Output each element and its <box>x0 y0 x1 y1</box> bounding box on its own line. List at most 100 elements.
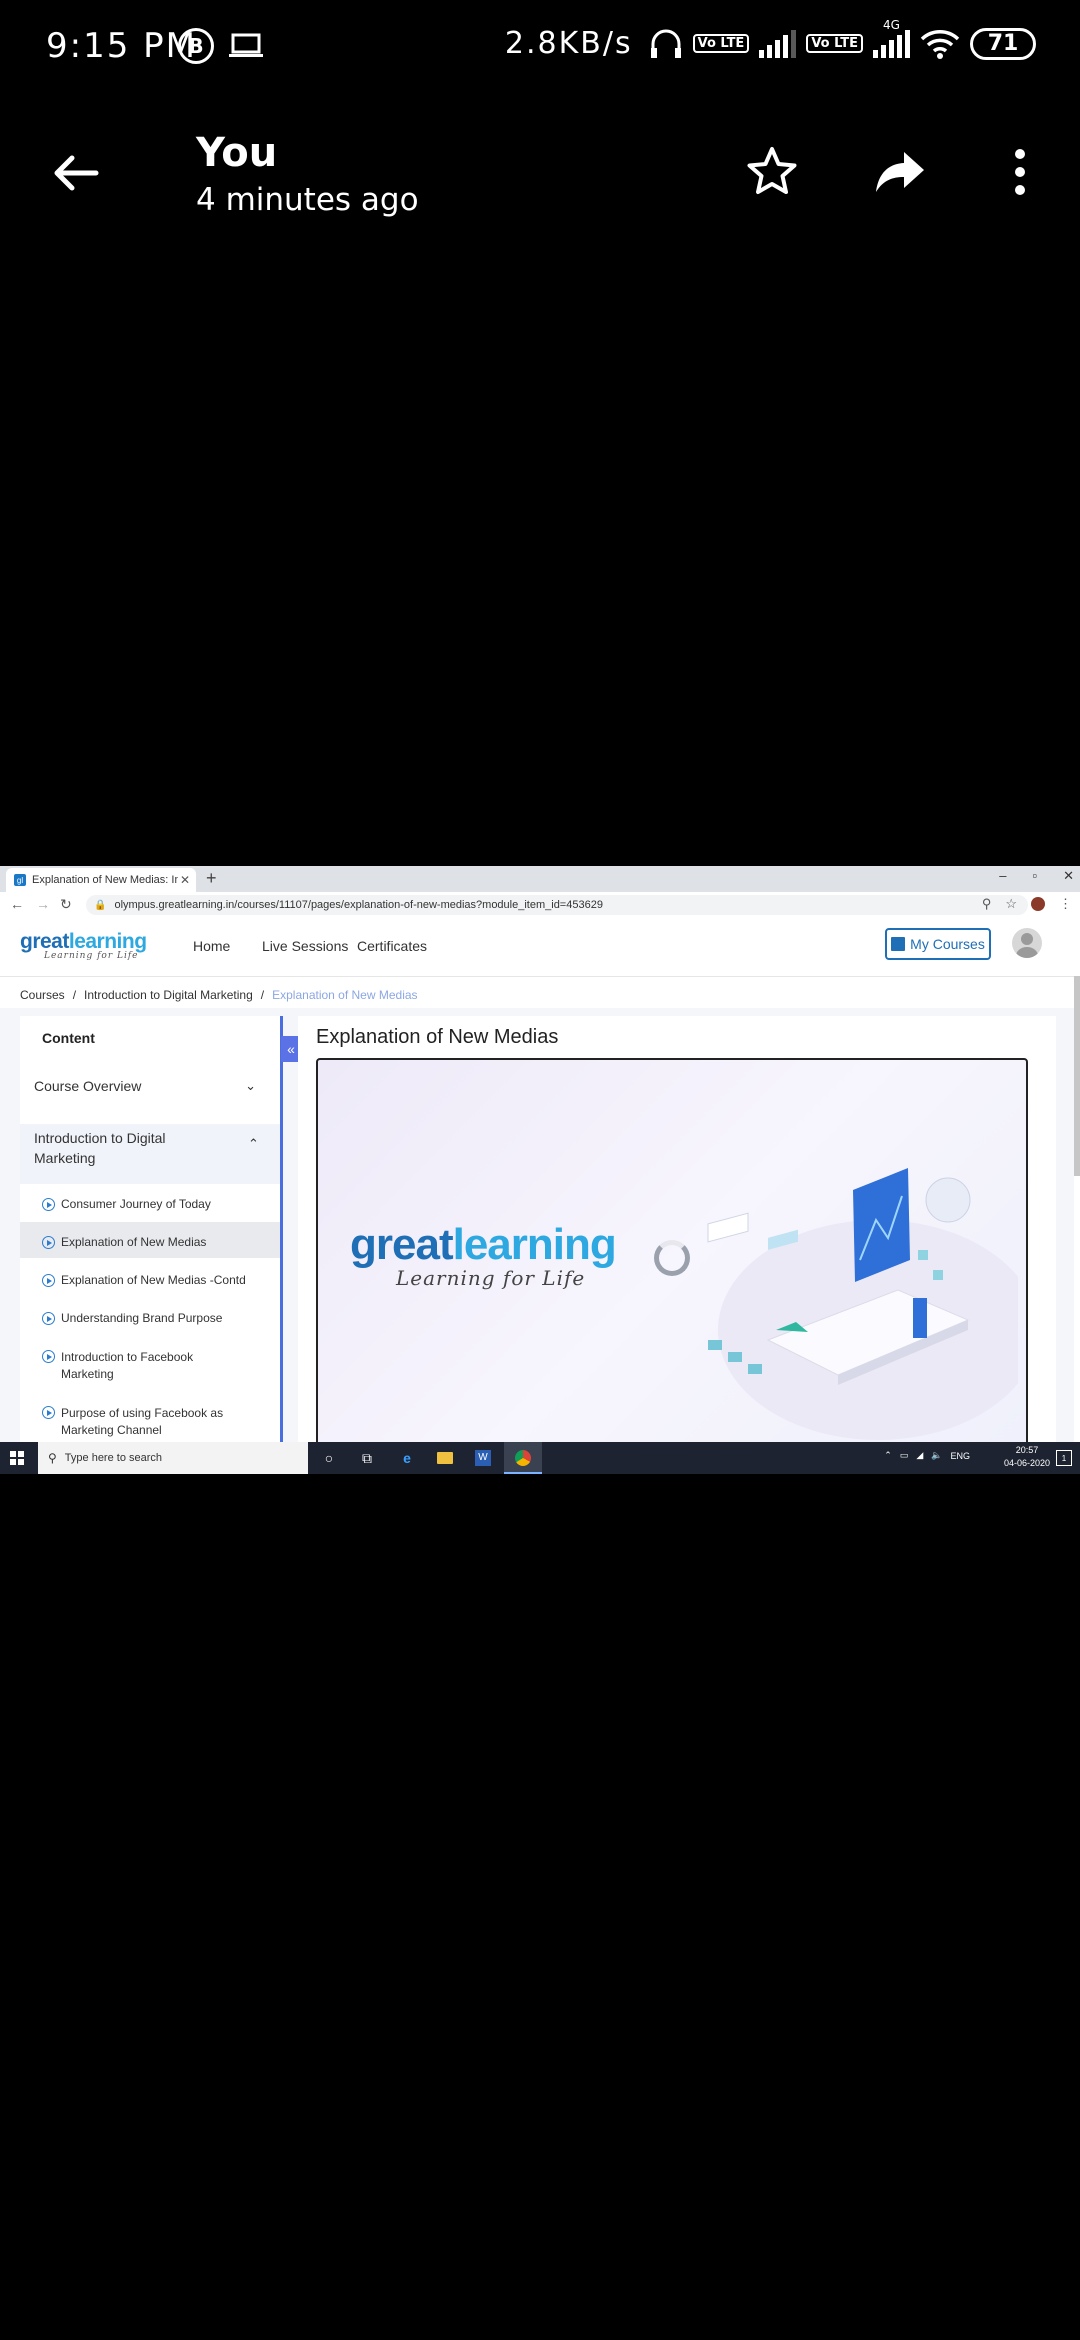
viewer-title: You <box>196 130 278 176</box>
battery-indicator: 71 <box>970 27 1036 60</box>
screenshot-image: gl Explanation of New Medias: Intro ✕ + … <box>0 866 1080 1474</box>
reload-icon[interactable]: ↻ <box>60 896 72 913</box>
play-circle-icon <box>42 1406 55 1419</box>
more-options-icon[interactable] <box>1000 144 1040 200</box>
sidebar-heading: Content <box>42 1030 95 1046</box>
back-arrow-icon[interactable] <box>50 148 100 198</box>
tab-title: Explanation of New Medias: Intro <box>32 874 178 886</box>
zoom-icon[interactable]: ⚲ <box>982 896 992 912</box>
share-icon[interactable] <box>872 144 928 200</box>
play-circle-icon <box>42 1274 55 1287</box>
tray-chevron-icon[interactable]: ⌃ <box>884 1450 892 1461</box>
play-circle-icon <box>42 1312 55 1325</box>
taskbar-search[interactable]: ⚲ Type here to search <box>38 1442 308 1474</box>
star-icon[interactable] <box>744 144 800 200</box>
file-explorer-icon[interactable] <box>436 1449 454 1467</box>
browser-tab-strip: gl Explanation of New Medias: Intro ✕ + … <box>0 866 1080 892</box>
lock-icon: 🔒 <box>94 899 107 911</box>
page-scrollbar[interactable] <box>1074 976 1080 1176</box>
battery-tray-icon[interactable]: ▭ <box>900 1450 909 1461</box>
word-icon[interactable]: W <box>474 1449 492 1467</box>
greatlearning-logo[interactable]: greatlearning Learning for Life <box>20 930 147 961</box>
video-logo-tagline: Learning for Life <box>396 1266 586 1290</box>
video-logo-great: great <box>350 1220 454 1269</box>
search-icon: ⚲ <box>48 1451 57 1465</box>
signal-4g: 4G <box>873 18 910 58</box>
my-courses-label: My Courses <box>910 936 985 952</box>
new-tab-button[interactable]: + <box>206 868 217 889</box>
status-right-icons: 2.8KB/s Vo LTE Vo LTE 4G 71 <box>504 18 1036 61</box>
user-avatar[interactable] <box>1012 928 1042 958</box>
network-speed: 2.8KB/s <box>504 26 633 61</box>
logo-word-learning: learning <box>68 930 147 953</box>
page-title: Explanation of New Medias <box>316 1026 559 1048</box>
status-left-icons: B <box>178 28 264 64</box>
crumb-current: Explanation of New Medias <box>272 988 418 1002</box>
lesson-item-active[interactable]: Explanation of New Medias <box>42 1235 272 1249</box>
section-intro-digital-marketing[interactable]: Introduction to Digital Marketing <box>34 1128 224 1168</box>
wifi-icon <box>920 29 960 59</box>
url-field[interactable]: 🔒 olympus.greatlearning.in/courses/11107… <box>86 895 1028 915</box>
net-type: 4G <box>883 17 900 32</box>
back-icon[interactable]: ← <box>10 896 24 912</box>
site-favicon-icon: gl <box>14 874 26 886</box>
windows-start-icon[interactable] <box>10 1451 24 1465</box>
lesson-label: Understanding Brand Purpose <box>61 1311 223 1325</box>
section-label: Course Overview <box>34 1078 142 1094</box>
play-circle-icon <box>42 1350 55 1363</box>
chrome-icon[interactable] <box>514 1449 532 1467</box>
cortana-icon[interactable]: ○ <box>320 1449 338 1467</box>
language-indicator[interactable]: ENG <box>950 1451 970 1461</box>
headset-icon <box>650 29 681 58</box>
system-tray: ⌃ ▭ ◢ 🔈 ENG <box>884 1450 970 1461</box>
restore-button[interactable]: ▫ <box>1032 868 1037 884</box>
browser-menu-icon[interactable]: ⋮ <box>1059 896 1072 912</box>
edge-icon[interactable]: e <box>398 1449 416 1467</box>
volume-icon[interactable]: 🔈 <box>931 1450 942 1461</box>
lesson-label: Consumer Journey of Today <box>61 1197 211 1211</box>
nav-home[interactable]: Home <box>193 938 230 954</box>
lesson-item[interactable]: Purpose of using Facebook as Marketing C… <box>42 1405 232 1439</box>
url-text: olympus.greatlearning.in/courses/11107/p… <box>114 899 603 911</box>
lesson-label: Purpose of using Facebook as Marketing C… <box>61 1406 224 1437</box>
my-courses-button[interactable]: My Courses <box>885 928 991 960</box>
section-course-overview[interactable]: Course Overview ⌄ <box>34 1078 264 1094</box>
task-view-icon[interactable]: ⧉ <box>358 1449 376 1467</box>
notification-center-icon[interactable]: 1 <box>1056 1450 1072 1466</box>
chevron-up-icon[interactable]: ⌃ <box>248 1136 268 1152</box>
close-window-button[interactable]: ✕ <box>1063 868 1074 884</box>
video-player[interactable]: greatlearning Learning for Life <box>316 1058 1028 1474</box>
nav-live-sessions[interactable]: Live Sessions <box>262 938 348 954</box>
book-icon <box>891 937 906 951</box>
laptop-icon <box>229 33 263 57</box>
signal-icon-2 <box>873 29 910 58</box>
volte-icon-2: Vo LTE <box>806 34 863 53</box>
browser-tab[interactable]: gl Explanation of New Medias: Intro ✕ <box>6 868 196 892</box>
forward-icon[interactable]: → <box>36 896 50 912</box>
nav-certificates[interactable]: Certificates <box>357 938 427 954</box>
bookmark-star-icon[interactable]: ☆ <box>1005 896 1017 912</box>
profile-icon[interactable] <box>1031 897 1045 911</box>
minimize-button[interactable]: – <box>999 868 1006 884</box>
lesson-label: Introduction to Facebook Marketing <box>61 1350 194 1381</box>
lesson-item[interactable]: Understanding Brand Purpose <box>42 1311 272 1325</box>
content-sidebar: Content Course Overview ⌄ Introduction t… <box>20 1016 283 1474</box>
lesson-item[interactable]: Introduction to Facebook Marketing <box>42 1349 212 1383</box>
address-bar-row: ← → ↻ 🔒 olympus.greatlearning.in/courses… <box>0 892 1080 919</box>
video-greatlearning-logo: greatlearning Learning for Life <box>350 1220 617 1290</box>
crumb-intro-digital-marketing[interactable]: Introduction to Digital Marketing <box>84 988 253 1002</box>
lesson-label: Explanation of New Medias -Contd <box>61 1273 246 1287</box>
network-tray-icon[interactable]: ◢ <box>916 1450 923 1461</box>
lesson-item[interactable]: Explanation of New Medias -Contd <box>42 1273 272 1287</box>
viewer-top-bar: You 4 minutes ago <box>0 120 1080 230</box>
windows-taskbar: ⚲ Type here to search ○ ⧉ e W ⌃ ▭ ◢ 🔈 EN… <box>0 1442 1080 1474</box>
tab-close-icon[interactable]: ✕ <box>178 873 192 887</box>
crumb-courses[interactable]: Courses <box>20 988 65 1002</box>
lesson-item[interactable]: Consumer Journey of Today <box>42 1197 272 1211</box>
play-circle-icon <box>42 1198 55 1211</box>
taskbar-clock[interactable]: 20:57 04-06-2020 <box>1004 1444 1050 1470</box>
browser-actions: ⚲ ☆ ⋮ <box>982 896 1072 912</box>
crumb-sep: / <box>72 988 77 1002</box>
b-notification-icon: B <box>178 28 214 64</box>
play-circle-icon <box>42 1236 55 1249</box>
